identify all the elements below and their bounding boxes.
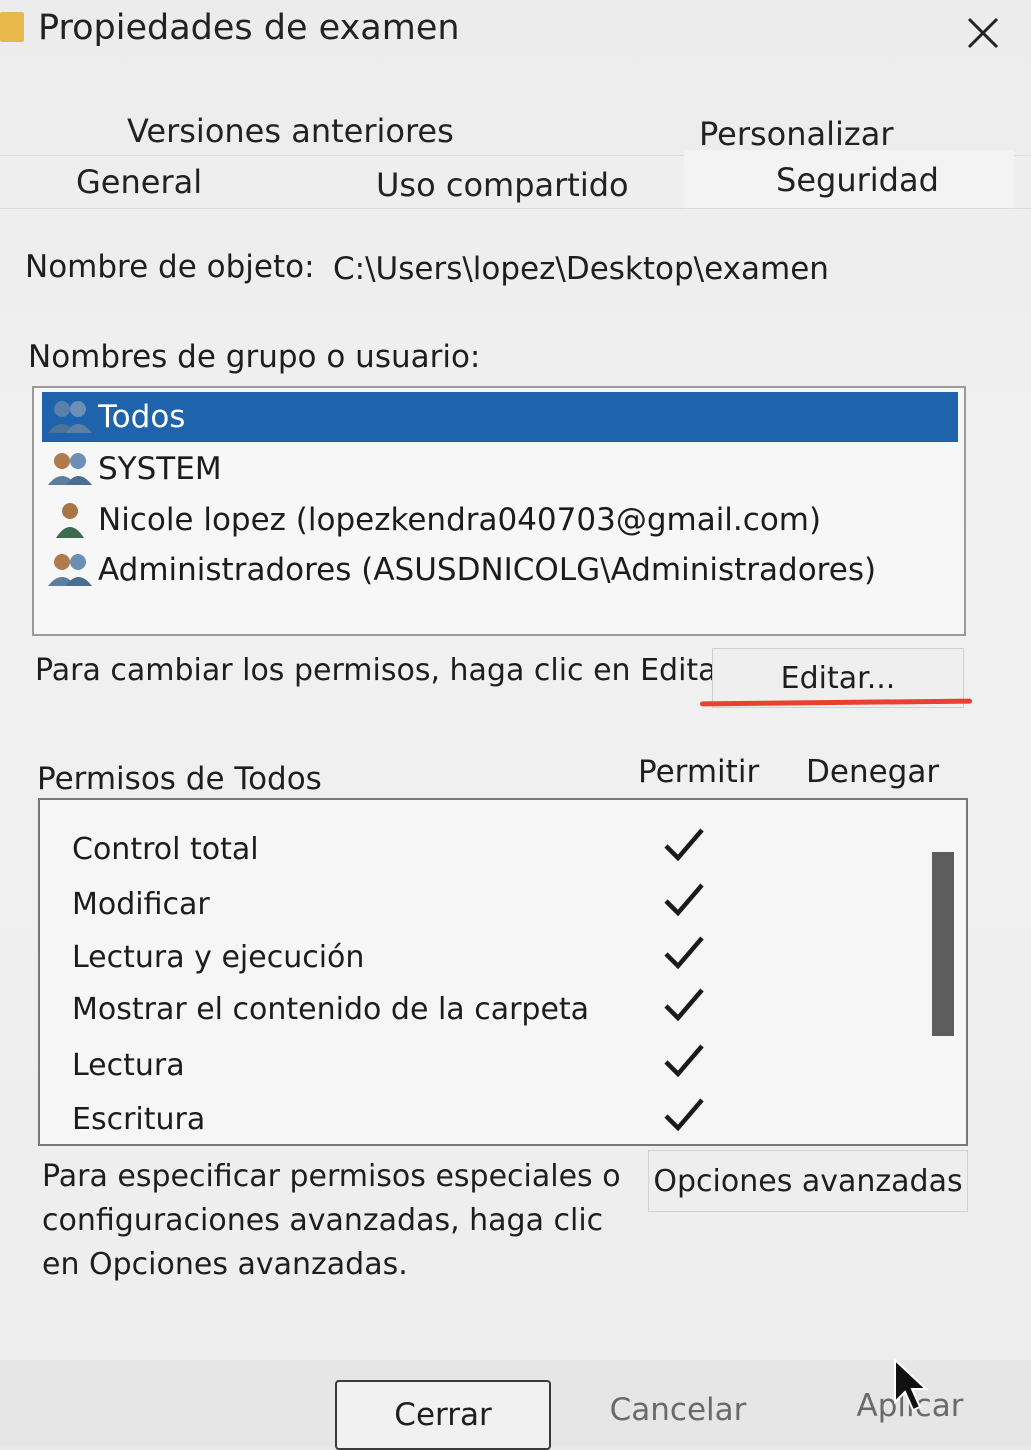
permission-row: Lectura y ejecución [72, 934, 952, 986]
cancel-button[interactable]: Cancelar [598, 1380, 758, 1440]
tab-general[interactable]: General [76, 163, 202, 201]
check-icon [664, 1044, 704, 1078]
object-name-label: Nombre de objeto: [25, 249, 315, 285]
user-name: SYSTEM [98, 451, 222, 487]
folder-icon [0, 12, 24, 42]
tab-content-border [0, 208, 1031, 209]
edit-hint: Para cambiar los permisos, haga clic en … [35, 653, 736, 688]
list-item-administradores[interactable]: Administradores (ASUSDNICOLG\Administrad… [42, 545, 958, 595]
window-title: Propiedades de examen [38, 8, 460, 48]
permissions-scrollbar-thumb[interactable] [932, 852, 954, 1036]
list-item-todos[interactable]: Todos [42, 392, 958, 442]
close-dialog-button[interactable]: Cerrar [335, 1380, 551, 1450]
permission-row: Mostrar el contenido de la carpeta [72, 986, 952, 1038]
list-item-nicole-lopez[interactable]: Nicole lopez (lopezkendra040703@gmail.co… [42, 495, 958, 545]
check-icon [664, 828, 704, 862]
permissions-title: Permisos de Todos [37, 761, 322, 797]
tab-personalizar[interactable]: Personalizar [699, 115, 893, 153]
permission-name: Lectura [72, 1048, 185, 1083]
user-name: Todos [98, 399, 186, 435]
permissions-list: Control total Modificar Lectura y ejecuc… [38, 798, 968, 1146]
permission-row: Lectura [72, 1042, 952, 1094]
user-name: Administradores (ASUSDNICOLG\Administrad… [98, 552, 877, 588]
list-item-system[interactable]: SYSTEM [42, 444, 958, 494]
tab-versiones-anteriores[interactable]: Versiones anteriores [127, 112, 454, 150]
group-users-icon [48, 401, 92, 433]
check-icon [664, 988, 704, 1022]
groups-label: Nombres de grupo o usuario: [28, 339, 481, 375]
permission-name: Lectura y ejecución [72, 940, 365, 975]
user-name: Nicole lopez (lopezkendra040703@gmail.co… [98, 502, 822, 538]
check-icon [664, 1098, 704, 1132]
column-deny-header: Denegar [806, 754, 940, 790]
single-user-icon [56, 503, 84, 538]
tab-seguridad[interactable]: Seguridad [776, 161, 939, 199]
title-bar: Propiedades de examen [0, 0, 1031, 70]
check-icon [664, 883, 704, 917]
tab-uso-compartido[interactable]: Uso compartido [376, 166, 629, 204]
object-name-value: C:\Users\lopez\Desktop\examen [333, 251, 829, 287]
advanced-options-button[interactable]: Opciones avanzadas [648, 1150, 968, 1212]
properties-dialog: Propiedades de examen Versiones anterior… [0, 0, 1031, 1450]
mouse-pointer-icon [894, 1358, 929, 1412]
check-icon [664, 936, 704, 970]
permission-name: Escritura [72, 1102, 206, 1137]
group-users-icon [48, 554, 92, 586]
permission-row: Escritura [72, 1096, 952, 1144]
group-users-icon [48, 453, 92, 485]
permission-name: Mostrar el contenido de la carpeta [72, 992, 590, 1027]
permission-name: Control total [72, 832, 259, 867]
user-list[interactable]: Todos SYSTEM Nicole lopez (lopezkendra04… [32, 386, 966, 636]
close-icon [967, 17, 999, 49]
permission-name: Modificar [72, 887, 210, 922]
column-allow-header: Permitir [638, 754, 760, 790]
permission-row: Modificar [72, 881, 952, 933]
advanced-hint: Para especificar permisos especiales o c… [42, 1159, 621, 1282]
close-button[interactable] [958, 8, 1008, 58]
permission-row: Control total [72, 826, 952, 878]
